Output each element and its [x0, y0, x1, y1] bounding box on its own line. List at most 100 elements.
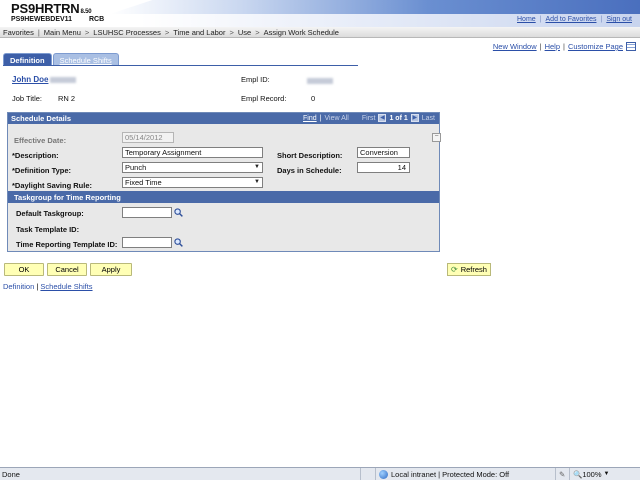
schedule-details-header: Schedule Details Find | View All First ◀…: [8, 113, 439, 124]
description-label: *Description:: [12, 151, 59, 160]
crumb-favorites[interactable]: Favorites: [3, 28, 34, 37]
browser-status-bar: Done Local intranet | Protected Mode: Of…: [0, 467, 640, 480]
top-links: Home | Add to Favorites | Sign out: [517, 16, 632, 23]
find-link[interactable]: Find: [303, 115, 317, 122]
crumb-sep: |: [37, 27, 40, 37]
refresh-button[interactable]: ⟳ Refresh: [447, 263, 491, 276]
app-title: PS9HRTRN8.50: [11, 1, 92, 16]
redacted-text: [50, 76, 77, 83]
server-code: RCB: [89, 16, 105, 23]
next-arrow-icon[interactable]: ▶: [410, 114, 419, 122]
empl-id-label: Empl ID:: [241, 75, 270, 84]
daylight-saving-rule-select[interactable]: Fixed Time ▼: [122, 177, 263, 188]
app-title-text: PS9HRTRN: [11, 1, 80, 16]
employee-name: John Doe: [12, 75, 49, 84]
separator: |: [539, 16, 542, 23]
definition-type-select[interactable]: Punch ▼: [122, 162, 263, 173]
taskgroup-section-header: Taskgroup for Time Reporting: [8, 191, 439, 203]
empl-id-value: [305, 76, 333, 85]
crumb-sep: >: [229, 27, 234, 37]
crumb-main-menu[interactable]: Main Menu: [44, 28, 81, 37]
refresh-label: Refresh: [460, 265, 487, 274]
crumb-sep: >: [164, 27, 170, 37]
chevron-down-icon: ▼: [603, 471, 610, 477]
tab-underline: [3, 65, 358, 66]
search-icon[interactable]: [174, 208, 183, 217]
security-zone-text: Local intranet | Protected Mode: Off: [391, 469, 510, 479]
effective-date-label: Effective Date:: [14, 136, 67, 145]
status-segment: [360, 467, 375, 480]
job-title-label: Job Title:: [12, 94, 43, 103]
schedule-details-panel: Schedule Details Find | View All First ◀…: [7, 112, 441, 252]
dropdown-arrow-icon: ▼: [254, 164, 260, 170]
refresh-icon: ⟳: [451, 264, 458, 274]
time-reporting-template-id-field[interactable]: [122, 237, 172, 248]
search-icon[interactable]: [174, 238, 183, 247]
page-links: New Window | Help | Customize Page: [493, 42, 636, 51]
short-description-field[interactable]: Conversion: [357, 147, 410, 158]
crumb-sep: >: [255, 27, 260, 37]
schedule-details-title: Schedule Details: [11, 114, 72, 123]
db-name: PS9HEWEBDEV11: [11, 16, 73, 23]
sign-out-link[interactable]: Sign out: [606, 16, 632, 23]
pager-text: 1 of 1: [389, 114, 408, 122]
header-banner: [110, 0, 640, 14]
default-taskgroup-field[interactable]: [122, 207, 172, 218]
crumb-assign-work-schedule[interactable]: Assign Work Schedule: [264, 28, 339, 37]
separator: |: [563, 42, 565, 51]
short-description-label: Short Description:: [277, 151, 343, 160]
crumb-time-and-labor[interactable]: Time and Labor: [173, 28, 225, 37]
days-in-schedule-field[interactable]: 14: [357, 162, 410, 173]
task-template-id-label: Task Template ID:: [16, 225, 80, 234]
ok-button[interactable]: OK: [4, 263, 44, 276]
redacted-text: [307, 78, 333, 85]
scroll-nav: Find | View All First ◀ 1 of 1 ▶ Last: [303, 114, 435, 122]
daylight-saving-rule-value: Fixed Time: [125, 178, 162, 187]
definition-bottom-link[interactable]: Definition: [3, 282, 34, 291]
empl-record-label: Empl Record:: [241, 94, 287, 103]
previous-arrow-icon[interactable]: ◀: [378, 114, 387, 122]
grid-icon[interactable]: [626, 42, 636, 51]
globe-icon: [379, 469, 388, 479]
last-label[interactable]: Last: [422, 115, 435, 122]
apply-button[interactable]: Apply: [90, 263, 132, 276]
crumb-lsuhsc-processes[interactable]: LSUHSC Processes: [93, 28, 161, 37]
daylight-saving-rule-label: *Daylight Saving Rule:: [12, 181, 93, 190]
portal-header: PS9HRTRN8.50 PS9HEWEBDEV11 RCB Home | Ad…: [0, 0, 640, 28]
zoom-control[interactable]: 🔍 100% ▼: [569, 467, 619, 480]
effective-date-field[interactable]: 05/14/2012: [122, 132, 174, 143]
help-link[interactable]: Help: [545, 42, 560, 51]
status-text: Done: [2, 469, 20, 479]
separator: |: [600, 16, 603, 23]
cancel-button[interactable]: Cancel: [47, 263, 87, 276]
dropdown-arrow-icon: ▼: [254, 179, 260, 185]
time-reporting-template-id-label: Time Reporting Template ID:: [16, 240, 118, 249]
browser-page: PS9HRTRN8.50 PS9HEWEBDEV11 RCB Home | Ad…: [0, 0, 640, 480]
days-in-schedule-label: Days in Schedule:: [277, 166, 342, 175]
collapse-row-icon[interactable]: −: [432, 133, 441, 142]
protected-mode-icon[interactable]: ✎: [555, 467, 569, 480]
add-to-favorites-link[interactable]: Add to Favorites: [546, 16, 597, 23]
crumb-sep: >: [84, 27, 90, 37]
definition-type-label: *Definition Type:: [12, 166, 72, 175]
home-link[interactable]: Home: [517, 16, 536, 23]
description-field[interactable]: Temporary Assignment: [122, 147, 263, 158]
customize-page-link[interactable]: Customize Page: [568, 42, 623, 51]
schedule-shifts-bottom-link[interactable]: Schedule Shifts: [40, 282, 92, 291]
employee-name-link[interactable]: John Doe: [12, 75, 77, 84]
first-label[interactable]: First: [362, 115, 376, 122]
separator: |: [319, 114, 322, 122]
definition-type-value: Punch: [125, 163, 147, 172]
app-version: 8.50: [80, 9, 92, 15]
view-all-link[interactable]: View All: [324, 115, 348, 122]
security-zone[interactable]: Local intranet | Protected Mode: Off: [375, 467, 555, 480]
empl-record-value: 0: [311, 94, 316, 103]
zoom-level: 100%: [582, 469, 602, 479]
new-window-link[interactable]: New Window: [493, 42, 537, 51]
bottom-page-links: Definition | Schedule Shifts: [3, 282, 93, 291]
breadcrumb: Favorites | Main Menu > LSUHSC Processes > …: [0, 27, 640, 38]
job-title-value: RN 2: [58, 94, 76, 103]
zoom-icon: 🔍: [573, 469, 583, 479]
default-taskgroup-label: Default Taskgroup:: [16, 209, 84, 218]
crumb-use[interactable]: Use: [238, 28, 251, 37]
